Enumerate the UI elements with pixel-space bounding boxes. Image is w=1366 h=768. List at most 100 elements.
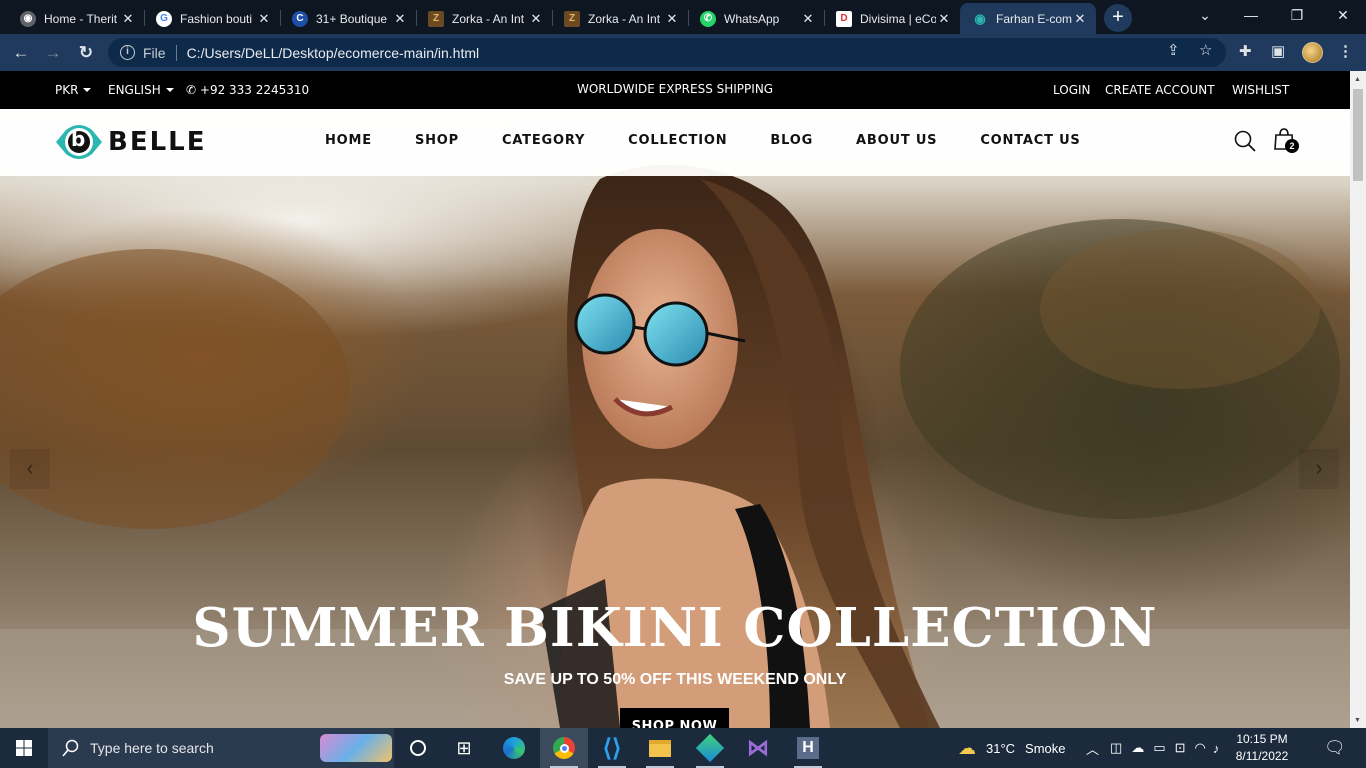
more-menu-icon[interactable]: ⋮: [1338, 42, 1353, 60]
onedrive-cloud-icon[interactable]: ☁: [1131, 740, 1144, 756]
brand-logo[interactable]: b BELLE: [54, 123, 206, 161]
browser-tab[interactable]: C 31+ Boutique ✕: [280, 3, 416, 34]
close-tab-icon[interactable]: ✕: [1072, 11, 1088, 27]
browser-tab[interactable]: G Fashion bouti ✕: [144, 3, 280, 34]
bookmark-star-icon[interactable]: ☆: [1199, 41, 1212, 59]
close-tab-icon[interactable]: ✕: [936, 11, 952, 27]
weather-widget[interactable]: ☁ 31°C Smoke: [958, 728, 1066, 768]
tab-title: 31+ Boutique: [316, 11, 388, 26]
camera-icon[interactable]: ⊡: [1175, 740, 1186, 756]
close-tab-icon[interactable]: ✕: [528, 11, 544, 27]
language-selector[interactable]: ENGLISH: [108, 83, 174, 97]
menu-about-us[interactable]: ABOUT US: [856, 133, 937, 148]
windows-taskbar: Type here to search ⊞ ⟨⟩ ⋈ H ☁ 31°C Smok…: [0, 728, 1366, 768]
close-tab-icon[interactable]: ✕: [664, 11, 680, 27]
tab-title: Home - Therit: [44, 11, 118, 26]
browser-toolbar: ← → ↻ i File C:/Users/DeLL/Desktop/ecome…: [0, 34, 1366, 71]
browser-tab[interactable]: ◉ Home - Therit ✕: [8, 3, 144, 34]
browser-tab[interactable]: D Divisima | eCo ✕: [824, 3, 960, 34]
menu-collection[interactable]: COLLECTION: [628, 133, 727, 148]
search-icon: [62, 739, 79, 757]
extensions-icon[interactable]: ✚: [1239, 42, 1252, 60]
scrollbar-thumb[interactable]: [1353, 89, 1363, 181]
address-divider: [175, 44, 177, 61]
hero-slider: b BELLE HOME SHOP CATEGORY COLLECTION BL…: [0, 109, 1350, 728]
windows-start-icon[interactable]: [16, 740, 32, 756]
browser-tab-active[interactable]: ◉ Farhan E-com ✕: [960, 3, 1096, 34]
tab-search-icon[interactable]: ⌄: [1182, 0, 1228, 34]
tab-title: Divisima | eCo: [860, 11, 936, 26]
address-bar[interactable]: i File C:/Users/DeLL/Desktop/ecomerce-ma…: [108, 38, 1226, 67]
wifi-icon[interactable]: ◠: [1195, 740, 1206, 756]
menu-blog[interactable]: BLOG: [770, 133, 813, 148]
system-clock[interactable]: 10:15 PM 8/11/2022: [1222, 731, 1302, 765]
create-account-link[interactable]: CREATE ACCOUNT: [1105, 83, 1215, 97]
close-tab-icon[interactable]: ✕: [392, 11, 408, 27]
vscode-icon[interactable]: ⟨⟩: [588, 728, 636, 768]
language-label: ENGLISH: [108, 83, 161, 97]
menu-category[interactable]: CATEGORY: [502, 133, 585, 148]
app-green-icon[interactable]: [686, 728, 734, 768]
wishlist-link[interactable]: WISHLIST: [1232, 83, 1289, 97]
url-text[interactable]: C:/Users/DeLL/Desktop/ecomerce-main/in.h…: [187, 45, 480, 61]
taskbar-search-box[interactable]: Type here to search: [48, 728, 394, 768]
belle-logo-icon: b: [54, 123, 104, 161]
brand-name: BELLE: [108, 127, 207, 157]
menu-home[interactable]: HOME: [325, 133, 372, 148]
close-window-button[interactable]: ✕: [1320, 0, 1366, 34]
close-tab-icon[interactable]: ✕: [800, 11, 816, 27]
browser-tab[interactable]: ✆ WhatsApp ✕: [688, 3, 824, 34]
reload-icon[interactable]: ↻: [73, 40, 99, 66]
browser-tab[interactable]: Z Zorka - An Int ✕: [416, 3, 552, 34]
tab-title: Zorka - An Int: [588, 11, 661, 26]
cart-count-badge: 2: [1285, 139, 1299, 153]
menu-shop[interactable]: SHOP: [415, 133, 459, 148]
app-h-icon[interactable]: H: [784, 728, 832, 768]
edge-icon[interactable]: [490, 728, 538, 768]
slider-prev-button[interactable]: ‹: [10, 449, 50, 489]
search-icon[interactable]: [1234, 130, 1256, 152]
hero-subtitle: SAVE UP TO 50% OFF THIS WEEKEND ONLY: [503, 671, 847, 688]
weather-condition: Smoke: [1025, 740, 1066, 756]
share-icon[interactable]: ⇪: [1167, 41, 1180, 59]
cortana-icon[interactable]: [394, 728, 442, 768]
notifications-icon[interactable]: 🗨: [1324, 728, 1346, 768]
close-tab-icon[interactable]: ✕: [120, 11, 136, 27]
search-highlight-image: [320, 734, 392, 762]
site-info-icon[interactable]: i: [120, 45, 135, 60]
back-arrow-icon[interactable]: ←: [8, 40, 34, 66]
phone-number: +92 333 2245310: [199, 83, 310, 97]
volume-icon[interactable]: ♪: [1213, 741, 1220, 756]
profile-avatar[interactable]: [1302, 42, 1323, 63]
minimize-button[interactable]: —: [1228, 0, 1274, 34]
browser-tab[interactable]: Z Zorka - An Int ✕: [552, 3, 688, 34]
close-tab-icon[interactable]: ✕: [256, 11, 272, 27]
forward-arrow-icon[interactable]: →: [40, 40, 66, 66]
phone-contact[interactable]: ✆ +92 333 2245310: [186, 83, 309, 97]
c-logo-icon: C: [292, 10, 308, 27]
chevron-up-icon[interactable]: ︿: [1086, 739, 1099, 758]
file-explorer-icon[interactable]: [636, 728, 684, 768]
currency-selector[interactable]: PKR: [55, 83, 92, 97]
main-menu: HOME SHOP CATEGORY COLLECTION BLOG ABOUT…: [325, 133, 1124, 148]
restore-button[interactable]: ❐: [1274, 0, 1320, 34]
scroll-down-arrow-icon[interactable]: ▼: [1354, 717, 1361, 724]
new-tab-button[interactable]: +: [1104, 4, 1132, 32]
divisima-icon: D: [836, 10, 852, 27]
shop-now-button[interactable]: SHOP NOW: [620, 708, 729, 728]
task-view-icon[interactable]: ⊞: [440, 728, 488, 768]
zorka-icon: Z: [428, 10, 444, 27]
page-scrollbar[interactable]: ▲ ▼: [1350, 71, 1366, 728]
tab-title: WhatsApp: [724, 11, 780, 26]
battery-icon[interactable]: ▭: [1153, 740, 1165, 756]
meet-now-icon[interactable]: ◫: [1110, 740, 1122, 756]
clock-date: 8/11/2022: [1235, 749, 1289, 763]
slider-next-button[interactable]: ›: [1299, 449, 1339, 489]
chrome-icon[interactable]: [540, 728, 588, 768]
scroll-up-arrow-icon[interactable]: ▲: [1354, 76, 1361, 83]
currency-label: PKR: [55, 83, 79, 97]
login-link[interactable]: LOGIN: [1053, 83, 1091, 97]
menu-contact-us[interactable]: CONTACT US: [980, 133, 1080, 148]
side-panel-icon[interactable]: ▣: [1271, 42, 1285, 60]
visual-studio-icon[interactable]: ⋈: [734, 728, 782, 768]
